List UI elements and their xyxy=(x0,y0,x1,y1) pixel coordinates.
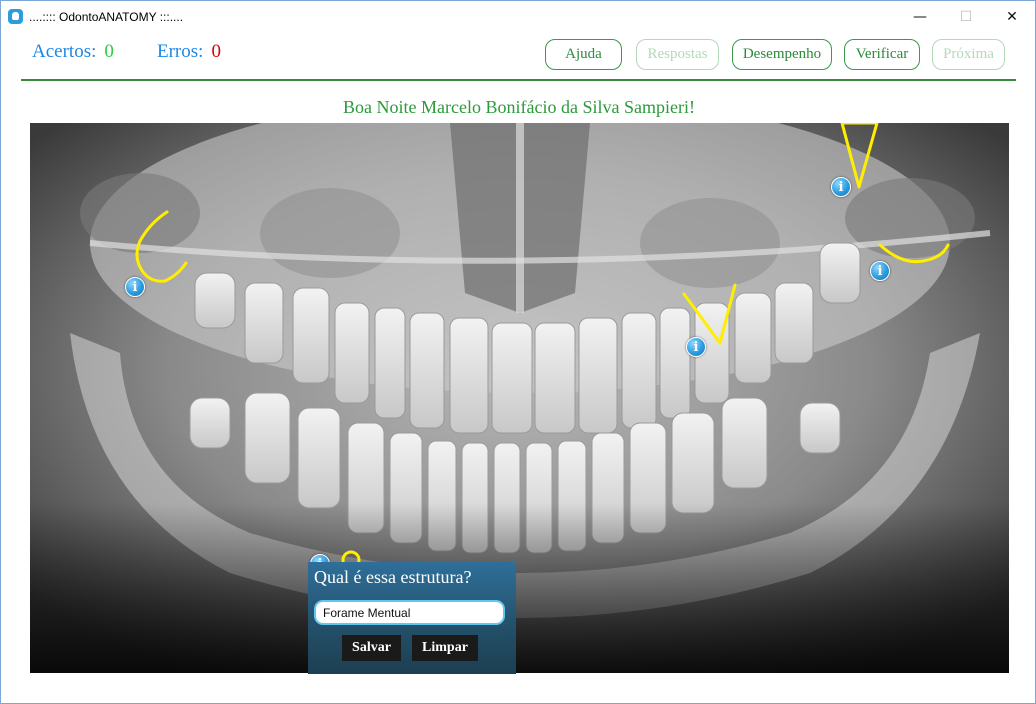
panoramic-xray-image[interactable]: i i i i i xyxy=(30,123,1009,673)
structure-question-dialog: Qual é essa estrutura? Salvar Limpar xyxy=(308,562,516,674)
window-title: ....:::: OdontoANATOMY :::.... xyxy=(29,9,184,24)
info-icon[interactable]: i xyxy=(125,277,145,297)
info-icon[interactable]: i xyxy=(686,337,706,357)
respostas-button[interactable]: Respostas xyxy=(636,39,719,70)
ajuda-button[interactable]: Ajuda xyxy=(545,39,622,70)
tooth-app-icon xyxy=(8,9,23,24)
maximize-button[interactable]: ☐ xyxy=(943,1,989,32)
close-button[interactable]: ✕ xyxy=(989,1,1035,32)
xray-drawing xyxy=(30,123,1009,673)
verificar-button[interactable]: Verificar xyxy=(844,39,920,70)
desempenho-button[interactable]: Desempenho xyxy=(732,39,832,70)
window-controls: — ☐ ✕ xyxy=(897,1,1035,32)
clear-button[interactable]: Limpar xyxy=(412,635,478,661)
header-divider xyxy=(21,79,1016,81)
proxima-button[interactable]: Próxima xyxy=(932,39,1005,70)
minimize-button[interactable]: — xyxy=(897,1,943,32)
greeting-text: Boa Noite Marcelo Bonifácio da Silva Sam… xyxy=(343,97,695,117)
info-icon[interactable]: i xyxy=(870,261,890,281)
save-button[interactable]: Salvar xyxy=(342,635,401,661)
structure-answer-input[interactable] xyxy=(314,600,505,625)
title-bar: ....:::: OdontoANATOMY :::.... — ☐ ✕ xyxy=(1,1,1035,32)
app-window: ....:::: OdontoANATOMY :::.... — ☐ ✕ Ace… xyxy=(0,0,1036,704)
toolbar: Ajuda Respostas Desempenho Verificar Pró… xyxy=(0,39,1035,71)
info-icon[interactable]: i xyxy=(831,177,851,197)
dialog-title: Qual é essa estrutura? xyxy=(314,567,472,587)
